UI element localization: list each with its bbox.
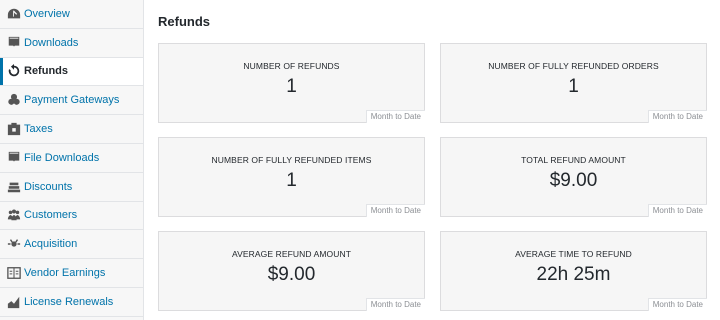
sidebar-item-label: Customers bbox=[24, 209, 78, 222]
stat-label: NUMBER OF REFUNDS bbox=[243, 61, 340, 71]
sidebar-item-label: File Downloads bbox=[24, 151, 100, 164]
sidebar-item-label: Taxes bbox=[24, 123, 53, 136]
taxes-icon bbox=[7, 122, 21, 136]
stat-label: AVERAGE REFUND AMOUNT bbox=[231, 249, 352, 259]
stat-value: 1 bbox=[286, 76, 297, 97]
stat-label: NUMBER OF FULLY REFUNDED ITEMS bbox=[211, 155, 372, 165]
sidebar-item-label: License Renewals bbox=[24, 295, 114, 308]
stat-card: TOTAL REFUND AMOUNT $9.00 Month to Date bbox=[440, 137, 707, 217]
page-title: Refunds bbox=[158, 14, 210, 29]
sidebar-item-taxes[interactable]: Taxes bbox=[0, 115, 143, 144]
stat-card: NUMBER OF REFUNDS 1 Month to Date bbox=[158, 43, 425, 123]
stat-period: Month to Date bbox=[365, 298, 425, 311]
stat-value: 1 bbox=[568, 76, 579, 97]
sidebar-item-label: Discounts bbox=[24, 180, 73, 193]
stat-value: 22h 25m bbox=[536, 264, 611, 285]
sidebar-item-label: Vendor Earnings bbox=[24, 267, 106, 280]
sidebar-item-label: Overview bbox=[24, 7, 70, 20]
customers-icon bbox=[7, 208, 21, 222]
stat-value: $9.00 bbox=[549, 170, 598, 191]
acquisition-icon bbox=[7, 237, 21, 251]
file-download-icon bbox=[7, 151, 21, 165]
stat-card: NUMBER OF FULLY REFUNDED ITEMS 1 Month t… bbox=[158, 137, 425, 217]
stat-period: Month to Date bbox=[365, 110, 425, 123]
payment-gateways-icon bbox=[7, 93, 21, 107]
sidebar-item-license-renewals[interactable]: License Renewals bbox=[0, 287, 143, 317]
stat-value: 1 bbox=[286, 170, 297, 191]
stat-label: AVERAGE TIME TO REFUND bbox=[515, 249, 632, 259]
stat-card: AVERAGE REFUND AMOUNT $9.00 Month to Dat… bbox=[158, 231, 425, 311]
stat-period: Month to Date bbox=[365, 204, 425, 217]
sidebar-item-refunds[interactable]: Refunds bbox=[0, 57, 143, 87]
stat-period: Month to Date bbox=[647, 110, 707, 123]
sidebar-item-label: Refunds bbox=[24, 65, 68, 78]
stat-period: Month to Date bbox=[647, 298, 707, 311]
vendor-earnings-icon bbox=[7, 266, 21, 280]
stat-card: NUMBER OF FULLY REFUNDED ORDERS 1 Month … bbox=[440, 43, 707, 123]
report-main: Refunds NUMBER OF REFUNDS 1 Month to Dat… bbox=[145, 0, 720, 320]
dashboard-icon bbox=[7, 7, 21, 21]
sidebar-item-discounts[interactable]: Discounts bbox=[0, 172, 143, 202]
stat-period: Month to Date bbox=[647, 204, 707, 217]
stat-label: TOTAL REFUND AMOUNT bbox=[521, 155, 626, 165]
reports-sidebar: Overview Downloads Refunds Payment Gatew… bbox=[0, 0, 144, 320]
stat-label: NUMBER OF FULLY REFUNDED ORDERS bbox=[488, 61, 659, 71]
refresh-icon bbox=[7, 64, 21, 78]
sidebar-item-label: Downloads bbox=[24, 36, 79, 49]
sidebar-item-customers[interactable]: Customers bbox=[0, 201, 143, 231]
discounts-icon bbox=[7, 180, 21, 194]
sidebar-item-label: Acquisition bbox=[24, 238, 78, 251]
sidebar-item-overview[interactable]: Overview bbox=[0, 0, 143, 29]
download-icon bbox=[7, 36, 21, 50]
sidebar-item-downloads[interactable]: Downloads bbox=[0, 28, 143, 58]
stat-card: AVERAGE TIME TO REFUND 22h 25m Month to … bbox=[440, 231, 707, 311]
sidebar-item-file-downloads[interactable]: File Downloads bbox=[0, 143, 143, 173]
sidebar-item-payment-gateways[interactable]: Payment Gateways bbox=[0, 86, 143, 116]
stat-value: $9.00 bbox=[267, 264, 316, 285]
sidebar-item-vendor-earnings[interactable]: Vendor Earnings bbox=[0, 259, 143, 288]
license-renewals-icon bbox=[7, 295, 21, 309]
sidebar-item-label: Payment Gateways bbox=[24, 94, 120, 107]
sidebar-item-acquisition[interactable]: Acquisition bbox=[0, 230, 143, 260]
